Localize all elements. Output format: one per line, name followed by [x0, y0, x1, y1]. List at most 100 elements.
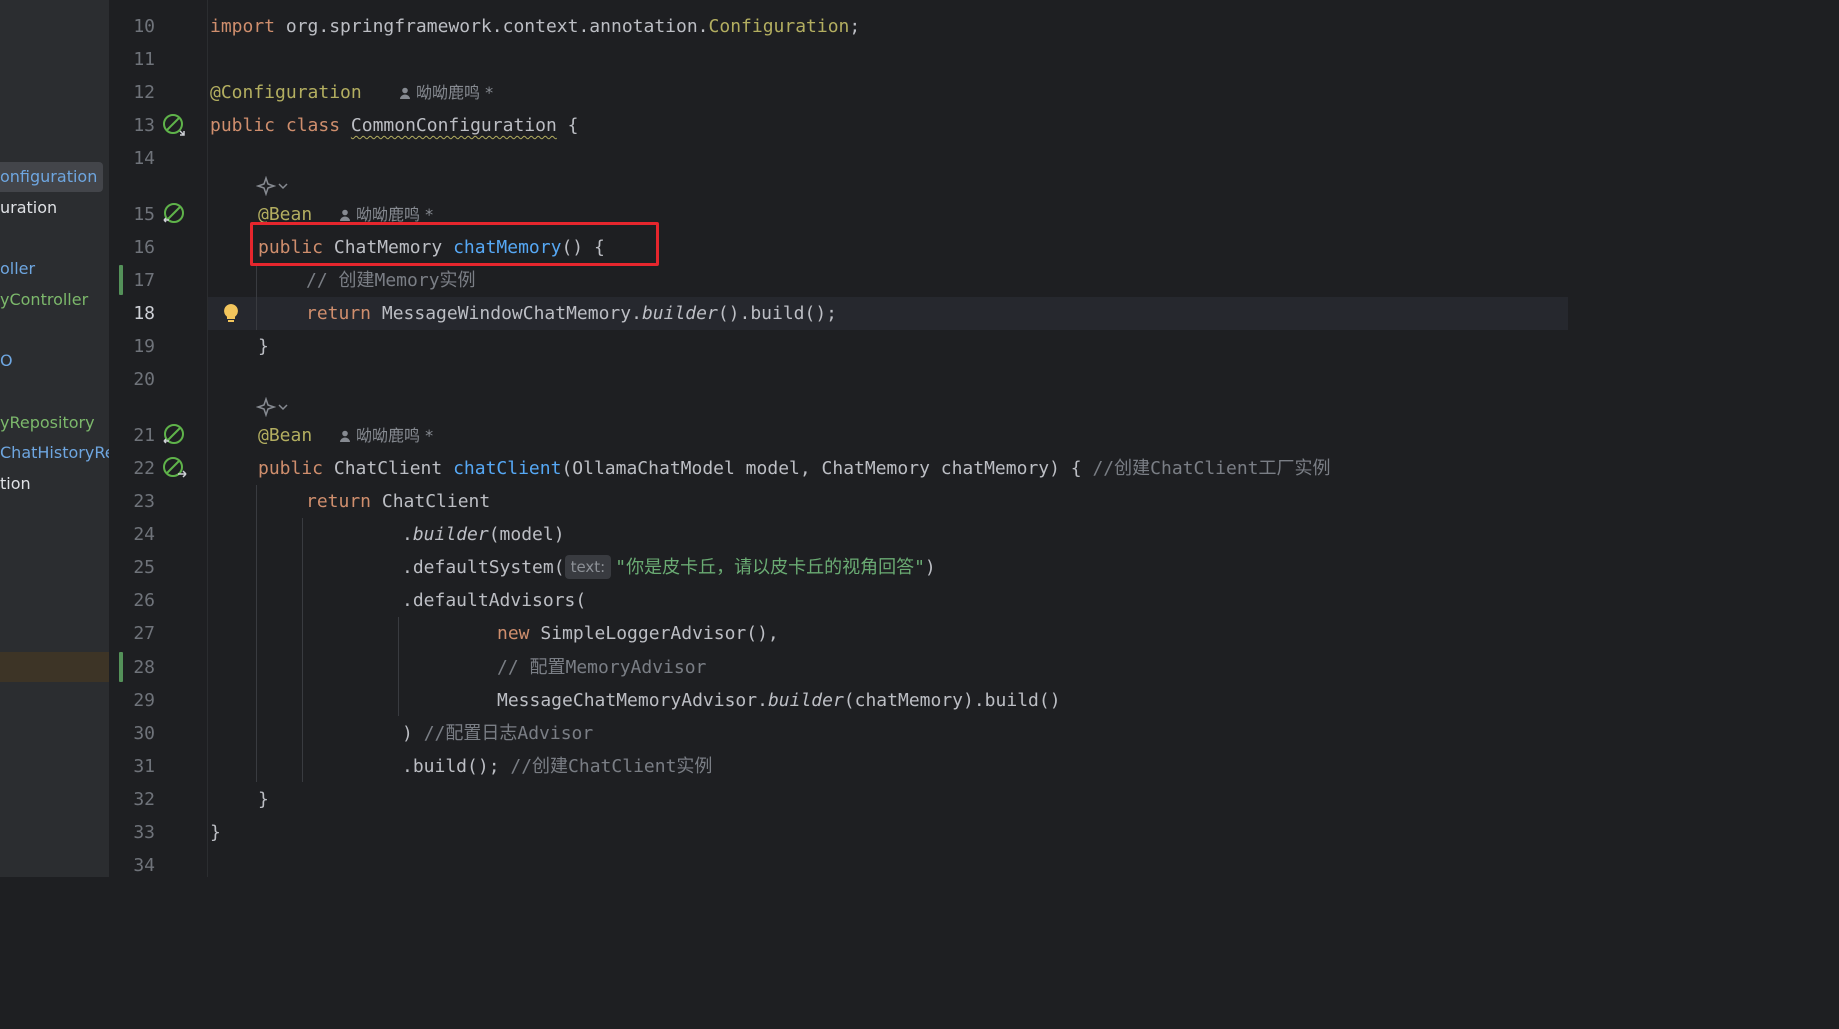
indent-guide: [398, 617, 399, 716]
method-name: builder: [641, 303, 718, 324]
class-name: MessageWindowChatMemory.: [381, 303, 642, 324]
line-number: 16: [133, 237, 155, 258]
code-line-13[interactable]: public class CommonConfiguration {: [210, 109, 578, 142]
code-line-21[interactable]: @Bean: [258, 419, 312, 452]
line-number: 22: [133, 458, 155, 479]
code-text: ): [924, 557, 936, 578]
class-name: Configuration: [708, 16, 850, 37]
line-number: 32: [133, 789, 155, 810]
code-text: (chatMemory).build(): [843, 690, 1061, 711]
keyword: public: [258, 458, 334, 479]
sidebar-item-history-repository[interactable]: yRepository: [0, 408, 101, 438]
spring-bean-icon[interactable]: [162, 113, 186, 137]
annotation: @Configuration: [210, 82, 362, 103]
code-text: .build();: [402, 756, 511, 777]
code-text: SimpleLoggerAdvisor(),: [540, 623, 779, 644]
line-number: 30: [133, 723, 155, 744]
code-text: .defaultAdvisors(: [402, 590, 587, 611]
class-name: MessageChatMemoryAdvisor.: [497, 690, 768, 711]
code-line-19[interactable]: }: [258, 330, 269, 363]
code-text: ChatClient: [381, 491, 491, 512]
code-line-27[interactable]: new SimpleLoggerAdvisor(),: [497, 617, 779, 650]
annotation: @Bean: [258, 425, 313, 446]
package-path: org.springframework.context.annotation.: [275, 16, 709, 37]
vcs-change-marker[interactable]: [119, 652, 123, 682]
line-number: 14: [133, 148, 155, 169]
line-number: 20: [133, 369, 155, 390]
code-line-30[interactable]: ) //配置日志Advisor: [402, 717, 593, 750]
person-icon: [400, 87, 410, 99]
chevron-down-icon: [278, 183, 288, 190]
line-number: 11: [133, 49, 155, 70]
parameter-hint: text:: [564, 555, 612, 579]
code-line-25[interactable]: .defaultSystem(text: "你是皮卡丘，请以皮卡丘的视角回答"): [402, 551, 936, 584]
code-text: .: [402, 524, 413, 545]
code-line-24[interactable]: .builder(model): [402, 518, 565, 551]
sidebar-item-label: onfiguration: [0, 167, 98, 186]
code-line-31[interactable]: .build(); //创建ChatClient实例: [402, 750, 712, 783]
code-line-33[interactable]: }: [210, 816, 221, 849]
code-line-26[interactable]: .defaultAdvisors(: [402, 584, 586, 617]
sidebar-item-label: ChatHistoryRep: [0, 443, 109, 462]
code-line-22[interactable]: public ChatClient chatClient(OllamaChatM…: [258, 452, 1331, 485]
line-number: 12: [133, 82, 155, 103]
sidebar-item-commonconfiguration[interactable]: onfiguration: [0, 162, 104, 192]
sidebar-item-application[interactable]: tion: [0, 469, 37, 499]
vcs-change-marker[interactable]: [119, 265, 123, 295]
gutter-separator: [207, 0, 208, 877]
line-number: 24: [133, 524, 155, 545]
line-number: 21: [133, 425, 155, 446]
keyword: import: [210, 16, 276, 37]
project-sidebar: onfiguration uration oller yController O…: [0, 0, 109, 877]
line-number-current: 18: [133, 303, 155, 324]
line-number: 10: [133, 16, 155, 37]
comment: //创建ChatClient工厂实例: [1092, 458, 1331, 479]
line-number: 19: [133, 336, 155, 357]
sidebar-item-chat-history-repository[interactable]: ChatHistoryRep: [0, 438, 109, 468]
brace: {: [556, 115, 579, 136]
line-number: 27: [133, 623, 155, 644]
type-name: ChatClient: [333, 458, 454, 479]
sidebar-scroll-highlight: [0, 652, 109, 682]
keyword: new: [497, 623, 541, 644]
line-number: 31: [133, 756, 155, 777]
sidebar-item-configuration[interactable]: uration: [0, 193, 63, 223]
code-text: .defaultSystem(: [402, 557, 565, 578]
ai-assistant-button[interactable]: [256, 174, 288, 198]
sidebar-item-label: oller: [0, 259, 36, 278]
keyword: return: [306, 491, 382, 512]
author-name: 呦呦鹿鸣 *: [416, 83, 494, 102]
code-line-10[interactable]: import org.springframework.context.annot…: [210, 10, 860, 43]
code-text: (model): [488, 524, 565, 545]
line-number: 23: [133, 491, 155, 512]
code-line-18[interactable]: return MessageWindowChatMemory.builder()…: [306, 297, 837, 330]
ai-assistant-icon: [256, 176, 276, 196]
code-line-23[interactable]: return ChatClient: [306, 485, 490, 518]
indent-guide: [256, 485, 257, 782]
chevron-down-icon: [278, 404, 288, 411]
method-name: builder: [412, 524, 489, 545]
sidebar-item-dto[interactable]: O: [0, 346, 19, 376]
editor-gutter: 10 11 12 13 14 15 16 17 18 19 20 21 22 2…: [109, 0, 238, 877]
indent-guide: [302, 518, 303, 782]
lightbulb-icon[interactable]: [219, 301, 243, 325]
comment: // 创建Memory实例: [306, 270, 476, 291]
keyword: public class: [210, 115, 351, 136]
code-line-17[interactable]: // 创建Memory实例: [306, 264, 476, 297]
string-literal: "你是皮卡丘，请以皮卡丘的视角回答": [615, 557, 925, 578]
spring-bean-icon[interactable]: [162, 423, 186, 447]
spring-bean-icon[interactable]: [162, 202, 186, 226]
code-line-29[interactable]: MessageChatMemoryAdvisor.builder(chatMem…: [497, 684, 1061, 717]
author-name: 呦呦鹿鸣 *: [356, 426, 434, 445]
spring-bean-icon[interactable]: [162, 456, 187, 480]
sidebar-item-history-controller[interactable]: yController: [0, 285, 94, 315]
code-author-hint[interactable]: 呦呦鹿鸣 *: [339, 419, 433, 452]
ai-assistant-button[interactable]: [256, 395, 288, 419]
comment: // 配置MemoryAdvisor: [497, 657, 707, 678]
code-line-28[interactable]: // 配置MemoryAdvisor: [497, 651, 706, 684]
method-name: builder: [767, 690, 844, 711]
sidebar-item-controller[interactable]: oller: [0, 254, 41, 284]
code-line-32[interactable]: }: [258, 783, 269, 816]
code-line-12[interactable]: @Configuration: [210, 76, 362, 109]
code-author-hint[interactable]: 呦呦鹿鸣 *: [399, 76, 493, 109]
